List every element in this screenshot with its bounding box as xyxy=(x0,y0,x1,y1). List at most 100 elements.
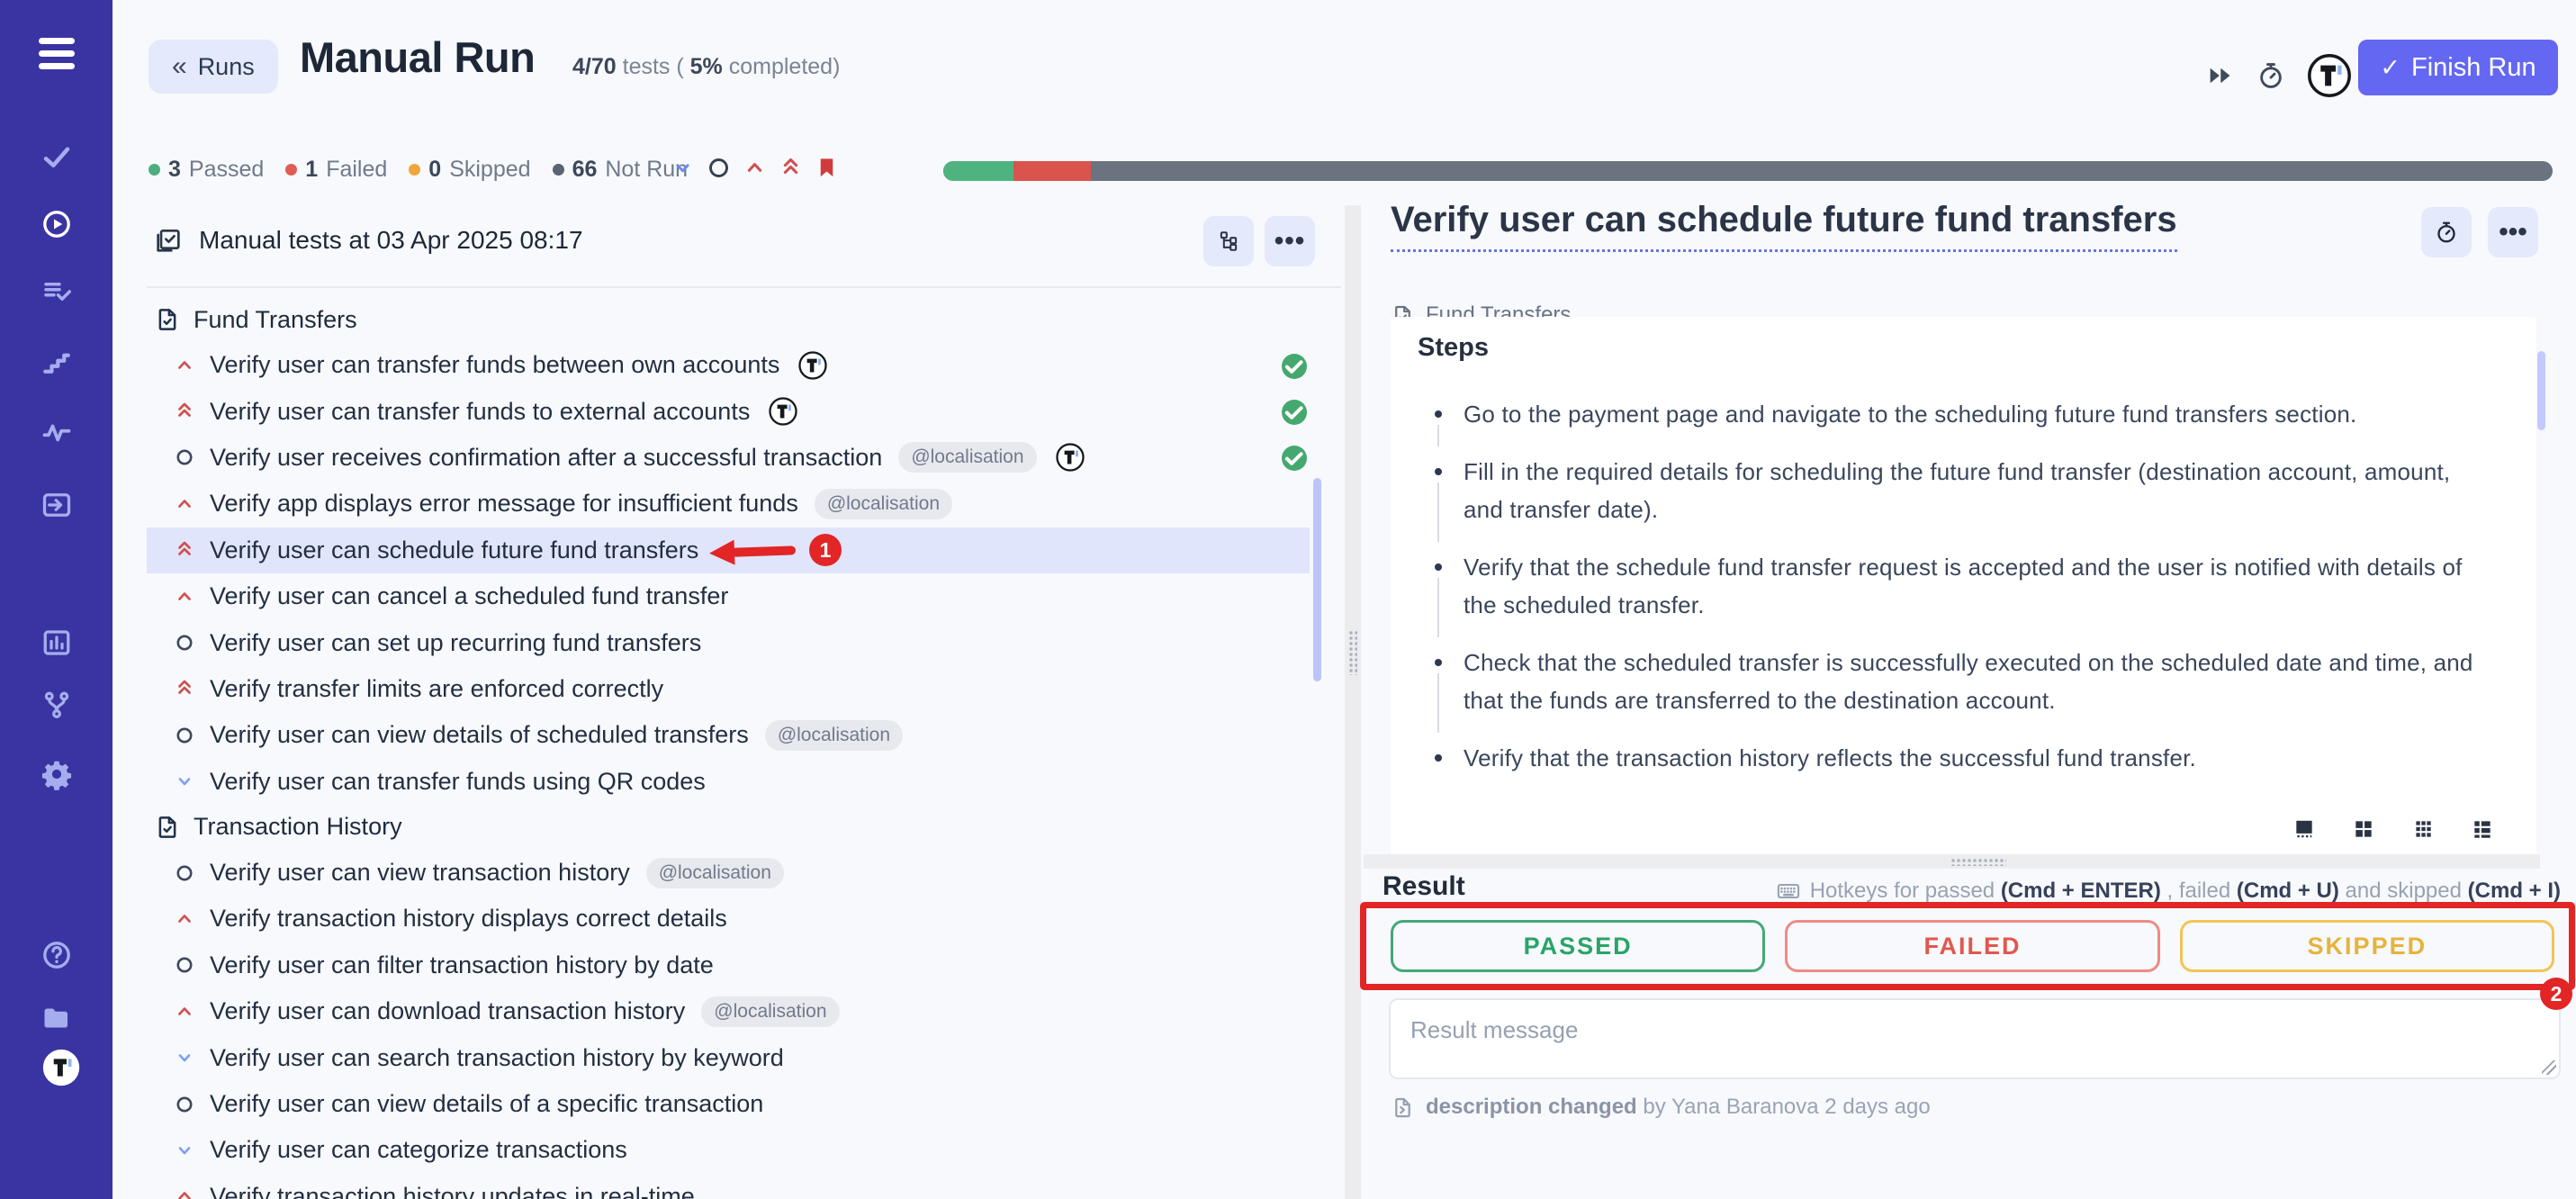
chevron-up-red-icon[interactable] xyxy=(743,156,767,180)
result-heading: Result xyxy=(1383,871,1465,902)
run-list-header: Manual tests at 03 Apr 2025 08:17 xyxy=(147,212,1341,268)
test-row-title: Verify transaction history displays corr… xyxy=(210,905,727,933)
test-row[interactable]: Verify user can search transaction histo… xyxy=(147,1034,1341,1080)
test-row[interactable]: Verify user can transfer funds to extern… xyxy=(147,388,1341,434)
test-row[interactable]: Verify user can transfer funds using QR … xyxy=(147,759,1341,805)
test-row[interactable]: Verify user can transfer funds between o… xyxy=(147,342,1341,388)
sidebar-item-settings-icon[interactable] xyxy=(41,758,73,790)
test-row[interactable]: Verify transfer limits are enforced corr… xyxy=(147,666,1341,712)
history-entry: description changed by Yana Baranova 2 d… xyxy=(1391,1095,1931,1120)
bookmark-red-icon[interactable] xyxy=(815,156,839,180)
steps-heading: Steps xyxy=(1418,333,2536,363)
test-row[interactable]: Verify transaction history updates in re… xyxy=(147,1174,1341,1199)
priority-high-icon xyxy=(174,586,195,608)
sidebar-item-analytics-icon[interactable] xyxy=(41,627,73,659)
tag-chip[interactable]: @localisation xyxy=(898,442,1036,473)
test-row-title: Verify transaction history updates in re… xyxy=(210,1183,695,1199)
test-status-passed-icon xyxy=(1282,354,1305,377)
priority-high-icon xyxy=(174,1001,195,1023)
test-row[interactable]: Verify user can cancel a scheduled fund … xyxy=(147,573,1341,619)
section-header[interactable]: Fund Transfers xyxy=(147,297,1341,342)
result-skipped-button[interactable]: SKIPPED xyxy=(2180,920,2554,972)
test-row[interactable]: Verify user can schedule future fund tra… xyxy=(147,527,1341,573)
test-row[interactable]: Verify user can download transaction his… xyxy=(147,988,1341,1034)
tag-chip[interactable]: @localisation xyxy=(646,858,784,888)
timer-button[interactable] xyxy=(2421,207,2472,257)
testomat-mini-logo-icon xyxy=(1055,442,1085,473)
priority-normal-icon xyxy=(174,725,195,746)
testomat-logo-icon[interactable] xyxy=(41,1048,81,1087)
test-row[interactable]: Verify user can view details of a specif… xyxy=(147,1081,1341,1127)
result-passed-button[interactable]: PASSED xyxy=(1391,920,1765,972)
detail-more-button[interactable]: ••• xyxy=(2488,207,2538,257)
test-row[interactable]: Verify user can view transaction history… xyxy=(147,850,1341,896)
status-dot-icon xyxy=(409,164,420,176)
panel-resizer-horizontal[interactable] xyxy=(1364,854,2540,869)
step-item: Fill in the required details for schedul… xyxy=(1464,453,2491,528)
view-grid-icon[interactable] xyxy=(2352,817,2375,841)
circle-outline-icon[interactable] xyxy=(707,156,731,180)
test-title: Verify user can schedule future fund tra… xyxy=(1391,200,2177,252)
right-scrollbar-thumb[interactable] xyxy=(2537,351,2545,430)
step-item: Verify that the transaction history refl… xyxy=(1464,739,2491,777)
checklist-icon xyxy=(154,226,183,255)
test-status-notrun-icon xyxy=(1282,1046,1305,1069)
test-row[interactable]: Verify user receives confirmation after … xyxy=(147,435,1341,481)
document-check-icon xyxy=(154,814,181,841)
test-row[interactable]: Verify user can filter transaction histo… xyxy=(147,942,1341,988)
view-single-icon[interactable] xyxy=(2292,817,2316,841)
view-dense-icon[interactable] xyxy=(2411,817,2435,841)
test-status-notrun-icon xyxy=(1282,907,1305,931)
result-failed-button[interactable]: FAILED xyxy=(1785,920,2159,972)
resizer-grip-icon xyxy=(1348,630,1357,675)
sidebar-item-help-icon[interactable] xyxy=(41,939,73,971)
keyboard-icon xyxy=(1776,879,1801,904)
sidebar-item-pulse-icon[interactable] xyxy=(41,417,73,449)
list-more-button[interactable]: ••• xyxy=(1265,216,1315,266)
tag-chip[interactable]: @localisation xyxy=(815,489,952,519)
test-row[interactable]: Verify app displays error message for in… xyxy=(147,481,1341,527)
resize-handle-icon[interactable] xyxy=(2542,1060,2556,1075)
test-status-notrun-icon xyxy=(1282,631,1305,654)
chevron-left-icon: « xyxy=(172,51,187,82)
progress-segment-failed xyxy=(1013,161,1092,181)
sidebar-item-projects-icon[interactable] xyxy=(41,1002,73,1034)
menu-hamburger-icon[interactable] xyxy=(39,38,75,69)
tag-chip[interactable]: @localisation xyxy=(765,720,903,751)
sidebar-item-milestones-icon[interactable] xyxy=(41,347,73,379)
test-status-notrun-icon xyxy=(1282,1185,1305,1199)
test-status-notrun-icon xyxy=(1282,538,1305,562)
stopwatch-icon xyxy=(2434,220,2459,245)
back-to-runs-button[interactable]: « Runs xyxy=(149,40,278,94)
sidebar-item-branches-icon[interactable] xyxy=(41,690,73,722)
panel-resizer-vertical[interactable] xyxy=(1345,205,1361,1199)
priority-low-icon xyxy=(174,1140,195,1161)
test-row[interactable]: Verify user can view details of schedule… xyxy=(147,712,1341,758)
section-header[interactable]: Transaction History xyxy=(147,805,1341,850)
priority-normal-icon xyxy=(174,862,195,884)
test-tree: Fund TransfersVerify user can transfer f… xyxy=(147,297,1341,1199)
tag-chip[interactable]: @localisation xyxy=(701,996,839,1027)
sidebar xyxy=(0,0,113,1199)
stat-passed: 3Passed xyxy=(149,157,264,183)
tree-view-button[interactable] xyxy=(1203,216,1254,266)
priority-high-icon xyxy=(174,1185,195,1199)
test-row[interactable]: Verify transaction history displays corr… xyxy=(147,896,1341,942)
view-list-icon[interactable] xyxy=(2471,817,2494,841)
sidebar-item-import-icon[interactable] xyxy=(41,489,73,521)
sidebar-item-runs-icon[interactable] xyxy=(41,208,73,240)
step-item: Go to the payment page and navigate to t… xyxy=(1464,395,2491,433)
test-row-title: Verify app displays error message for in… xyxy=(210,490,798,518)
result-message-input[interactable] xyxy=(1389,998,2561,1079)
test-row-title: Verify user can transfer funds using QR … xyxy=(210,768,706,796)
double-chevron-up-red-icon[interactable] xyxy=(779,156,803,180)
chevron-down-blue-icon[interactable] xyxy=(671,156,695,180)
sidebar-item-test-plans-icon[interactable] xyxy=(41,275,73,308)
test-row[interactable]: Verify user can set up recurring fund tr… xyxy=(147,619,1341,665)
priority-normal-icon xyxy=(174,1094,195,1115)
sidebar-item-tests-icon[interactable] xyxy=(41,140,73,173)
filter-icons xyxy=(671,156,839,180)
status-dot-icon xyxy=(553,164,564,176)
test-row[interactable]: Verify user can categorize transactions xyxy=(147,1127,1341,1173)
left-scrollbar-thumb[interactable] xyxy=(1313,478,1321,681)
